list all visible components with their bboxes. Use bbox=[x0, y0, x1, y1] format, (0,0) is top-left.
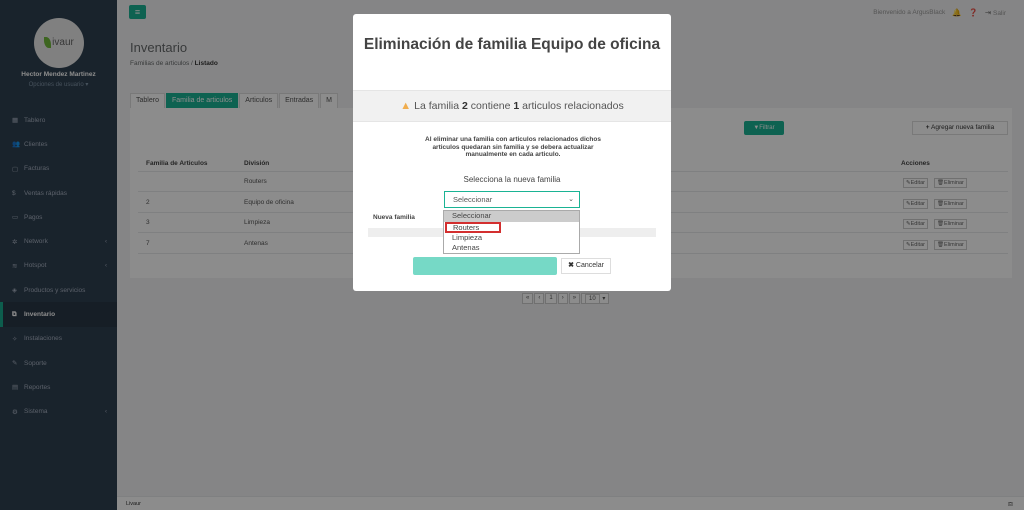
chevron-down-icon: ⌄ bbox=[568, 196, 574, 203]
select-value: Seleccionar bbox=[453, 195, 493, 204]
warning-mid: contiene bbox=[470, 100, 511, 112]
option-seleccionar[interactable]: Seleccionar bbox=[444, 211, 579, 222]
warning-icon: ▲ bbox=[400, 100, 412, 112]
cancel-button[interactable]: ✖ Cancelar bbox=[561, 258, 611, 274]
nueva-familia-label: Nueva familia bbox=[373, 214, 415, 221]
select-dropdown: Seleccionar Routers Limpieza Antenas bbox=[443, 210, 580, 254]
warning-text: La familia 2 contiene 1 articulos relaci… bbox=[414, 100, 624, 112]
cancel-label: Cancelar bbox=[575, 262, 604, 269]
option-antenas[interactable]: Antenas bbox=[444, 243, 579, 254]
warning-prefix: La familia bbox=[414, 100, 460, 112]
warning-box: ▲ La familia 2 contiene 1 articulos rela… bbox=[353, 90, 671, 122]
new-family-select[interactable]: Seleccionar ⌄ bbox=[444, 191, 580, 208]
option-routers[interactable]: Routers bbox=[445, 221, 501, 233]
close-icon: ✖ bbox=[568, 262, 574, 269]
warning-count: 1 bbox=[513, 100, 520, 112]
modal-description: Al eliminar una familia con articulos re… bbox=[425, 136, 601, 158]
warning-family-id: 2 bbox=[462, 100, 468, 112]
delete-family-modal: Eliminación de familia Equipo de oficina… bbox=[353, 14, 671, 291]
warning-suffix: articulos relacionados bbox=[522, 100, 624, 112]
option-limpieza[interactable]: Limpieza bbox=[444, 233, 579, 244]
confirm-button[interactable] bbox=[413, 257, 557, 275]
modal-title: Eliminación de familia Equipo de oficina bbox=[363, 36, 661, 53]
select-label: Selecciona la nueva familia bbox=[463, 175, 561, 184]
